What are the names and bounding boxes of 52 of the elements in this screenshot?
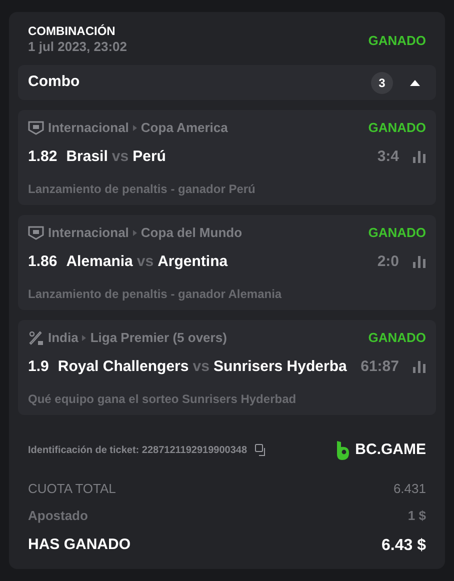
- brand-name: BC.GAME: [355, 440, 426, 460]
- chevron-icon: [132, 125, 137, 131]
- shield-icon: [28, 226, 44, 240]
- odds-value: 1.86: [28, 252, 58, 272]
- home-team: Brasil: [66, 146, 108, 167]
- total-value: 6.431: [393, 480, 426, 498]
- shield-icon: [28, 121, 44, 135]
- chevron-icon: [132, 230, 137, 236]
- count-badge: 3: [371, 72, 393, 94]
- status-label: GANADO: [368, 32, 426, 50]
- brand-logo-icon: [336, 440, 350, 460]
- total-label: CUOTA TOTAL: [28, 480, 116, 498]
- country-label: Internacional: [48, 119, 129, 138]
- stats-icon[interactable]: [413, 256, 426, 268]
- country-label: Internacional: [48, 224, 129, 242]
- total-value: 1 $: [408, 507, 426, 525]
- copy-icon[interactable]: [255, 444, 268, 456]
- status-label: GANADO: [368, 329, 426, 348]
- away-team: Perú: [132, 146, 167, 167]
- bet-type: COMBINACIÓN: [28, 24, 116, 39]
- total-value: 6.43 $: [382, 536, 426, 556]
- market-label: Lanzamiento de penaltis - ganador Perú: [28, 181, 256, 198]
- bet-date: 1 jul 2023, 23:02: [28, 39, 128, 55]
- caret-icon[interactable]: [410, 80, 420, 86]
- stats-icon[interactable]: [413, 361, 426, 373]
- score-value: 3:4: [377, 146, 399, 167]
- vs-label: vs: [192, 356, 210, 377]
- league-label: Liga Premier (5 overs): [90, 329, 228, 348]
- combo-header[interactable]: Combo 3: [18, 65, 436, 100]
- vs-label: vs: [136, 252, 154, 272]
- home-team: Royal Challengers: [58, 356, 189, 377]
- stats-icon[interactable]: [413, 151, 426, 163]
- score-value: 61:87: [360, 356, 399, 377]
- home-team: Alemania: [66, 252, 133, 272]
- total-label: Apostado: [28, 507, 88, 525]
- score-value: 2:0: [377, 252, 399, 272]
- vs-label: vs: [112, 146, 129, 167]
- total-label: HAS GANADO: [28, 535, 131, 556]
- status-label: GANADO: [368, 119, 426, 138]
- country-label: India: [48, 329, 78, 348]
- chevron-icon: [82, 335, 86, 341]
- league-label: Copa America: [140, 119, 229, 138]
- status-label: GANADO: [368, 224, 426, 242]
- away-team: Sunrisers Hyderba: [213, 356, 348, 377]
- market-label: Lanzamiento de penaltis - ganador Alemania: [28, 286, 283, 303]
- ticket-id: Identificación de ticket: 2287121192919900348: [28, 444, 248, 458]
- away-team: Argentina: [158, 252, 229, 272]
- market-label: Qué equipo gana el sorteo Sunrisers Hyderbad: [28, 391, 298, 408]
- league-label: Copa del Mundo: [140, 224, 244, 242]
- combo-label: Combo: [28, 72, 81, 92]
- odds-value: 1.82: [28, 146, 58, 167]
- odds-value: 1.9: [28, 356, 49, 377]
